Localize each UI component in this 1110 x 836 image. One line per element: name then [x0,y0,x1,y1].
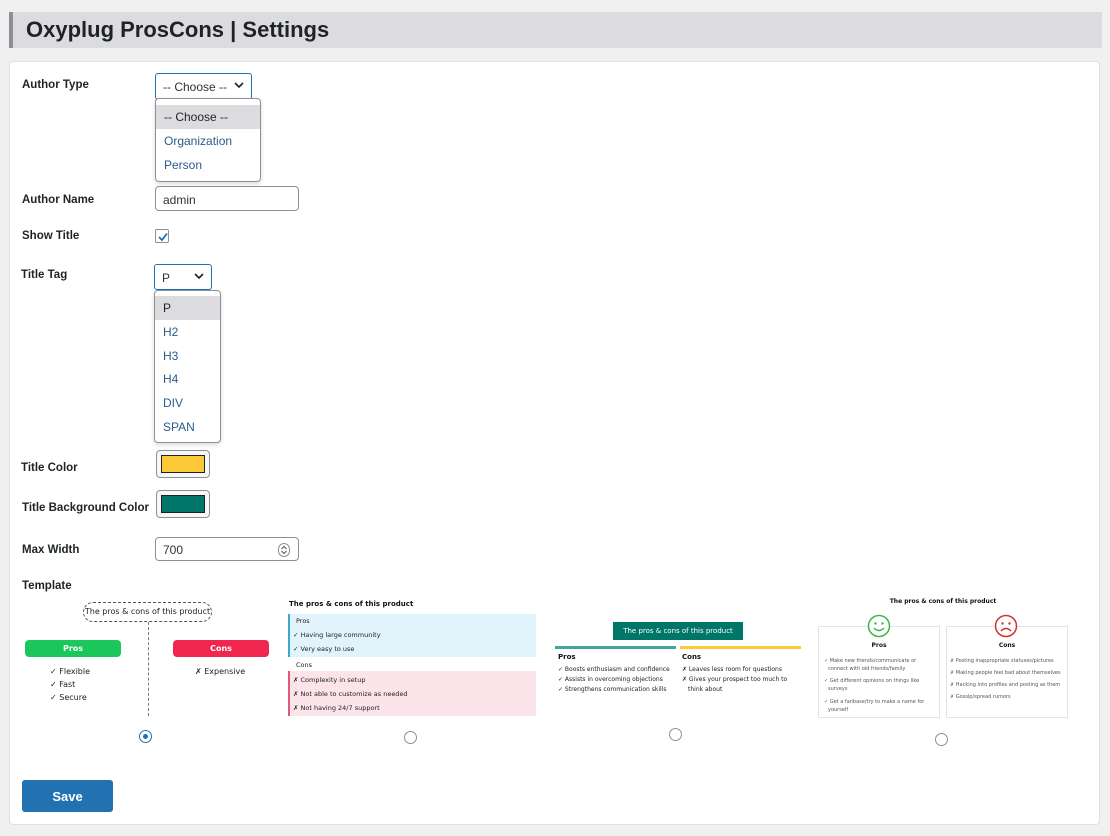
template-4-pros-label: Pros [871,642,887,649]
title-color-picker[interactable] [156,450,210,478]
author-name-value: admin [163,193,196,207]
template-2-con-item: ✗ Not able to customize as needed [293,690,408,698]
template-4-con-item: ✗ Posting inappropriate statuses/picture… [950,658,1054,664]
checkmark-icon [158,232,168,242]
template-1-cons-badge: Cons [173,640,269,657]
template-4-pro-item: connect with old friends/family [828,666,906,672]
template-1-pro-item: ✓ Fast [50,680,76,689]
max-width-input[interactable]: 700 [155,537,299,561]
author-name-label: Author Name [22,194,95,206]
show-title-label: Show Title [22,230,80,242]
template-2-pro-item: ✓ Having large community [293,631,381,639]
template-3-cons-bar [680,646,801,649]
template-3-pros-bar [555,646,676,649]
title-bg-color-swatch [161,495,205,513]
template-2-pro-item: ✓ Very easy to use [293,645,355,653]
template-1-pros-badge: Pros [25,640,121,657]
template-radio-1[interactable] [139,730,152,743]
author-name-input[interactable]: admin [155,186,299,211]
title-tag-label: Title Tag [21,269,68,281]
title-color-swatch [161,455,205,473]
template-3-preview[interactable]: The pros & cons of this product Pros Con… [555,620,801,700]
author-type-label: Author Type [22,79,89,91]
page-title: Oxyplug ProsCons | Settings [26,17,330,42]
title-tag-option[interactable]: H3 [155,344,220,368]
smiley-sad-icon [994,614,1018,638]
save-button[interactable]: Save [22,780,113,812]
number-stepper[interactable] [278,543,290,557]
chevron-down-icon [194,273,204,280]
template-3-con-item: ✗ Gives your prospect too much to [682,676,788,683]
title-tag-option[interactable]: H2 [155,320,220,344]
author-type-selected: -- Choose -- [163,80,228,94]
template-2-cons-label: Cons [296,661,313,669]
template-4-pro-item: ✓ Get different opinions on things like [824,678,920,684]
max-width-label: Max Width [22,544,80,556]
template-1-preview[interactable]: The pros & cons of this product Pros Con… [22,600,274,718]
template-2-pros-label: Pros [296,617,310,625]
template-3-title: The pros & cons of this product [613,622,743,640]
author-type-select[interactable]: -- Choose -- [155,73,252,100]
show-title-checkbox[interactable] [155,229,169,243]
template-4-con-item: ✗ Hacking into profiles and posting as t… [950,682,1061,688]
author-type-option[interactable]: Person [156,153,260,177]
template-3-pro-item: ✓ Assists in overcoming objections [558,676,663,683]
template-radio-3[interactable] [669,728,682,741]
chevron-down-icon [234,82,244,89]
author-type-dropdown: -- Choose -- Organization Person [155,98,261,182]
template-radio-4[interactable] [935,733,948,746]
title-tag-selected: P [162,271,171,285]
template-label: Template [22,580,72,592]
title-bg-color-picker[interactable] [156,490,210,518]
template-3-pros-label: Pros [558,653,576,661]
title-tag-option[interactable]: H4 [155,367,220,391]
template-1-title: The pros & cons of this product [83,602,212,622]
template-4-pro-item: ✓ Get a fanbase/try to make a name for [824,699,925,705]
template-1-divider [148,622,149,716]
title-bg-color-label: Title Background Color [22,502,149,514]
template-3-pro-item: ✓ Boosts enthusiasm and confidence [558,666,670,673]
template-radio-2[interactable] [404,731,417,744]
template-1-pro-item: ✓ Secure [50,693,87,702]
title-tag-option[interactable]: DIV [155,391,220,415]
template-3-con-item: ✗ Leaves less room for questions [682,666,782,673]
template-4-pro-item: ✓ Make new friends/communicate or [824,658,917,664]
template-4-cons-label: Cons [998,642,1016,649]
title-tag-option[interactable]: P [155,296,220,320]
template-4-preview[interactable]: The pros & cons of this product Pros Con… [818,596,1068,720]
title-tag-dropdown: P H2 H3 H4 DIV SPAN [154,290,221,443]
title-tag-option[interactable]: SPAN [155,415,220,439]
title-tag-select[interactable]: P [154,264,212,290]
template-3-pro-item: ✓ Strengthens communication skills [558,686,667,693]
up-down-arrows-icon [281,545,287,555]
author-type-option[interactable]: Organization [156,129,260,153]
page-header: Oxyplug ProsCons | Settings [9,12,1102,48]
template-4-con-item: ✗ Gossip/spread rumors [950,694,1011,700]
template-2-title: The pros & cons of this product [289,600,414,608]
template-4-pro-item: surveys [828,686,848,692]
template-2-con-item: ✗ Not having 24/7 support [293,704,380,712]
template-4-pro-item: yourself [828,707,849,713]
template-2-con-item: ✗ Complexity in setup [293,676,366,684]
template-1-pro-item: ✓ Flexible [50,667,91,676]
title-color-label: Title Color [21,462,78,474]
template-1-con-item: ✗ Expensive [195,667,246,676]
max-width-value: 700 [163,543,184,557]
author-type-option[interactable]: -- Choose -- [156,105,260,129]
template-4-con-item: ✗ Making people feel bad about themselve… [950,670,1061,676]
template-3-con-item: think about [688,686,723,693]
template-2-preview[interactable]: The pros & cons of this product Pros ✓ H… [288,597,536,717]
smiley-happy-icon [867,614,891,638]
template-4-title: The pros & cons of this product [889,598,997,605]
template-3-cons-label: Cons [682,653,702,661]
